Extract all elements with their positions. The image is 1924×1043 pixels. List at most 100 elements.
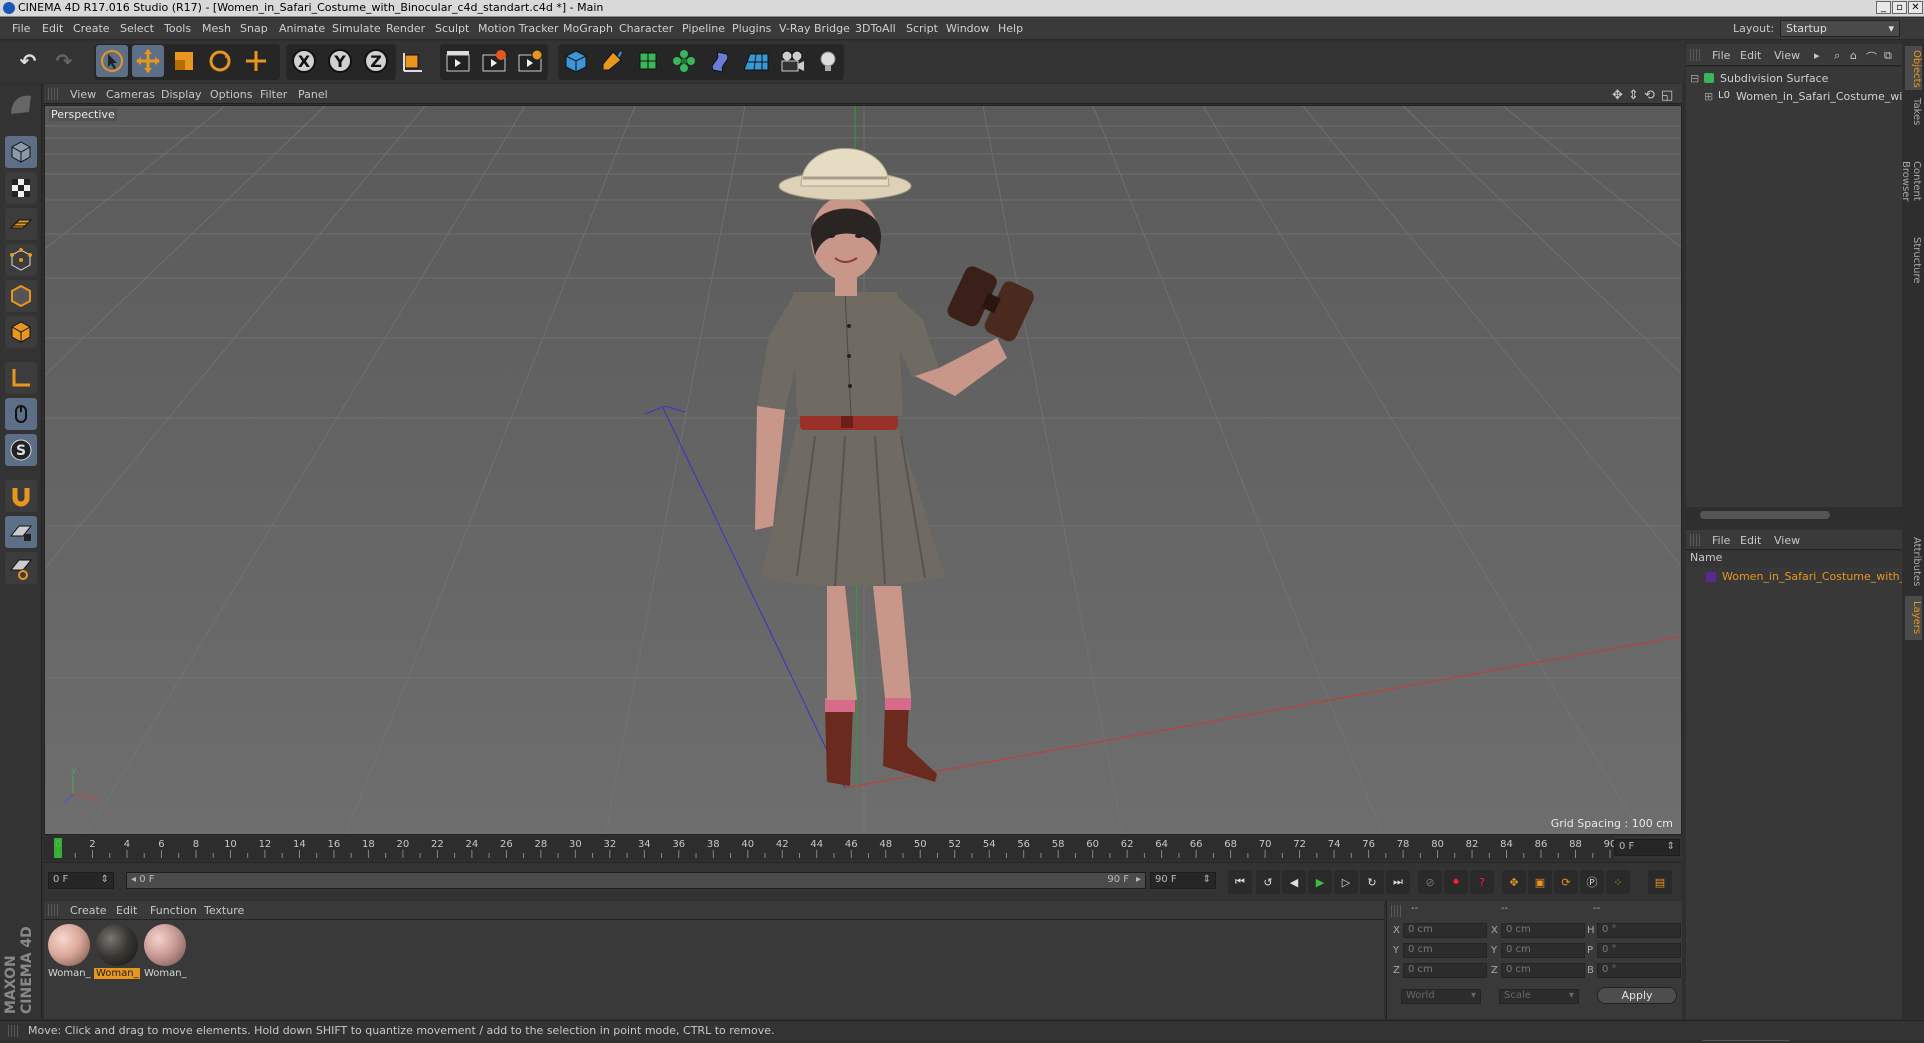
viewport-menu-display[interactable]: Display bbox=[161, 88, 202, 101]
menu-mesh[interactable]: Mesh bbox=[202, 22, 231, 35]
x-axis-icon[interactable]: X bbox=[288, 45, 320, 77]
snapping-icon[interactable]: S bbox=[5, 434, 37, 466]
object-menu-file[interactable]: File bbox=[1712, 49, 1730, 62]
render-settings-icon[interactable] bbox=[514, 45, 546, 77]
next-frame-icon[interactable]: ▷ bbox=[1334, 870, 1358, 894]
coordinate-space-dropdown[interactable]: World ▾ bbox=[1401, 989, 1481, 1004]
frame-range-slider[interactable]: ◂ 0 F 90 F ▸ bbox=[126, 872, 1146, 889]
go-to-end-icon[interactable]: ⏭ bbox=[1386, 870, 1410, 894]
layout-dropdown[interactable]: Startup ▾ bbox=[1780, 20, 1900, 37]
position-y-field[interactable]: 0 cm bbox=[1403, 943, 1487, 958]
rotate-tool-icon[interactable] bbox=[204, 45, 236, 77]
menu-sculpt[interactable]: Sculpt bbox=[435, 22, 469, 35]
locked-workplane-icon[interactable] bbox=[5, 516, 37, 548]
viewport-zoom-icon[interactable]: ⇕ bbox=[1628, 88, 1639, 103]
tab-attributes[interactable]: Attributes bbox=[1905, 532, 1922, 592]
viewport-menu-options[interactable]: Options bbox=[210, 88, 252, 101]
menu-tools[interactable]: Tools bbox=[164, 22, 191, 35]
next-key-icon[interactable]: ↻ bbox=[1360, 870, 1384, 894]
render-picture-viewer-icon[interactable] bbox=[478, 45, 510, 77]
menu-3dtoall[interactable]: 3DToAll bbox=[855, 22, 896, 35]
object-row-women-safari[interactable]: ⊞ L0 Women_in_Safari_Costume_with_B bbox=[1686, 89, 1902, 106]
layer-name-column-header[interactable]: Name bbox=[1686, 551, 1902, 567]
polygons-mode-icon[interactable] bbox=[5, 316, 37, 348]
planar-workplane-icon[interactable] bbox=[5, 552, 37, 584]
select-arrow-icon[interactable] bbox=[96, 45, 128, 77]
cloner-icon[interactable] bbox=[668, 45, 700, 77]
minimize-button[interactable]: _ bbox=[1876, 1, 1891, 14]
tab-layers[interactable]: Layers bbox=[1905, 596, 1922, 640]
maximize-button[interactable]: ▫ bbox=[1892, 1, 1907, 14]
material-swatch[interactable]: Woman_ bbox=[46, 924, 92, 984]
light-icon[interactable] bbox=[812, 45, 844, 77]
menu-plugins[interactable]: Plugins bbox=[732, 22, 771, 35]
workplane-mode-icon[interactable] bbox=[5, 208, 37, 240]
floor-object-icon[interactable] bbox=[740, 45, 772, 77]
edges-mode-icon[interactable] bbox=[5, 280, 37, 312]
end-frame-field[interactable]: 90 F ⇕ bbox=[1150, 872, 1216, 889]
rotation-p-field[interactable]: 0 ° bbox=[1597, 943, 1681, 958]
tab-objects[interactable]: Objects bbox=[1905, 46, 1922, 90]
link-icon[interactable]: ⌒ bbox=[1866, 49, 1877, 65]
expand-icon[interactable]: ⊞ bbox=[1704, 90, 1713, 103]
record-disabled-icon[interactable]: ⊘ bbox=[1418, 870, 1442, 894]
layer-menu-view[interactable]: View bbox=[1774, 534, 1800, 547]
axis-mode-icon[interactable] bbox=[5, 362, 37, 394]
menu-help[interactable]: Help bbox=[998, 22, 1023, 35]
magnet-icon[interactable] bbox=[5, 480, 37, 512]
position-x-field[interactable]: 0 cm bbox=[1403, 923, 1487, 938]
menu-file[interactable]: File bbox=[12, 22, 30, 35]
material-menu-texture[interactable]: Texture bbox=[204, 904, 244, 917]
timeline-window-icon[interactable]: ▤ bbox=[1648, 870, 1672, 894]
timeline-ruler[interactable]: 0246810121416182022242628303234363840424… bbox=[44, 836, 1682, 860]
tab-structure[interactable]: Structure bbox=[1905, 232, 1922, 288]
menu-edit[interactable]: Edit bbox=[42, 22, 63, 35]
model-mode-icon[interactable] bbox=[5, 136, 37, 168]
object-horizontal-scrollbar[interactable] bbox=[1686, 508, 1902, 522]
viewport-menu-view[interactable]: View bbox=[70, 88, 96, 101]
tab-takes[interactable]: Takes bbox=[1905, 94, 1922, 130]
key-point-level-icon[interactable]: ⁘ bbox=[1606, 870, 1630, 894]
menu-window[interactable]: Window bbox=[946, 22, 989, 35]
material-swatch[interactable]: Woman_ bbox=[142, 924, 188, 984]
key-position-icon[interactable]: ✥ bbox=[1502, 870, 1526, 894]
menu-simulate[interactable]: Simulate bbox=[332, 22, 381, 35]
subdivision-surface-icon[interactable] bbox=[632, 45, 664, 77]
undo-icon[interactable]: ↶ bbox=[12, 45, 44, 77]
cube-object-icon[interactable] bbox=[560, 45, 592, 77]
viewport-menu-filter[interactable]: Filter bbox=[260, 88, 287, 101]
coordinate-system-icon[interactable] bbox=[396, 45, 428, 77]
layer-row[interactable]: Women_in_Safari_Costume_with_Bi bbox=[1686, 569, 1902, 586]
menu-script[interactable]: Script bbox=[906, 22, 938, 35]
render-view-icon[interactable] bbox=[442, 45, 474, 77]
size-x-field[interactable]: 0 cm bbox=[1501, 923, 1585, 938]
layer-menu-edit[interactable]: Edit bbox=[1740, 534, 1761, 547]
pen-spline-icon[interactable] bbox=[596, 45, 628, 77]
current-frame-field[interactable]: 0 F ⇕ bbox=[1614, 839, 1680, 856]
redo-icon[interactable]: ↷ bbox=[48, 45, 80, 77]
search-icon[interactable]: ⌕ bbox=[1834, 49, 1840, 63]
points-mode-icon[interactable] bbox=[5, 244, 37, 276]
viewport-camera-label[interactable]: Perspective bbox=[49, 108, 117, 121]
perspective-viewport[interactable]: y x Perspective Grid Spacing : 100 cm bbox=[44, 105, 1682, 835]
object-menu-view[interactable]: View bbox=[1774, 49, 1800, 62]
previous-key-icon[interactable]: ↺ bbox=[1256, 870, 1280, 894]
deformer-icon[interactable] bbox=[704, 45, 736, 77]
key-scale-icon[interactable]: ▣ bbox=[1528, 870, 1552, 894]
menu-render[interactable]: Render bbox=[386, 22, 425, 35]
menu-animate[interactable]: Animate bbox=[279, 22, 325, 35]
texture-mode-icon[interactable] bbox=[5, 172, 37, 204]
menu-snap[interactable]: Snap bbox=[240, 22, 268, 35]
size-mode-dropdown[interactable]: Scale ▾ bbox=[1499, 989, 1579, 1004]
menu-select[interactable]: Select bbox=[120, 22, 154, 35]
menu-motion-tracker[interactable]: Motion Tracker bbox=[478, 22, 558, 35]
tweak-mode-icon[interactable] bbox=[5, 398, 37, 430]
menu-character[interactable]: Character bbox=[619, 22, 673, 35]
viewport-maximize-icon[interactable]: ◱ bbox=[1661, 88, 1673, 103]
home-icon[interactable]: ⌂ bbox=[1850, 49, 1857, 62]
make-editable-icon[interactable] bbox=[5, 88, 37, 120]
scrollbar-thumb[interactable] bbox=[1700, 511, 1830, 519]
key-rotation-icon[interactable]: ⟳ bbox=[1554, 870, 1578, 894]
viewport-rotate-icon[interactable]: ⟲ bbox=[1644, 88, 1655, 103]
material-swatch[interactable]: Woman_ bbox=[94, 924, 140, 984]
